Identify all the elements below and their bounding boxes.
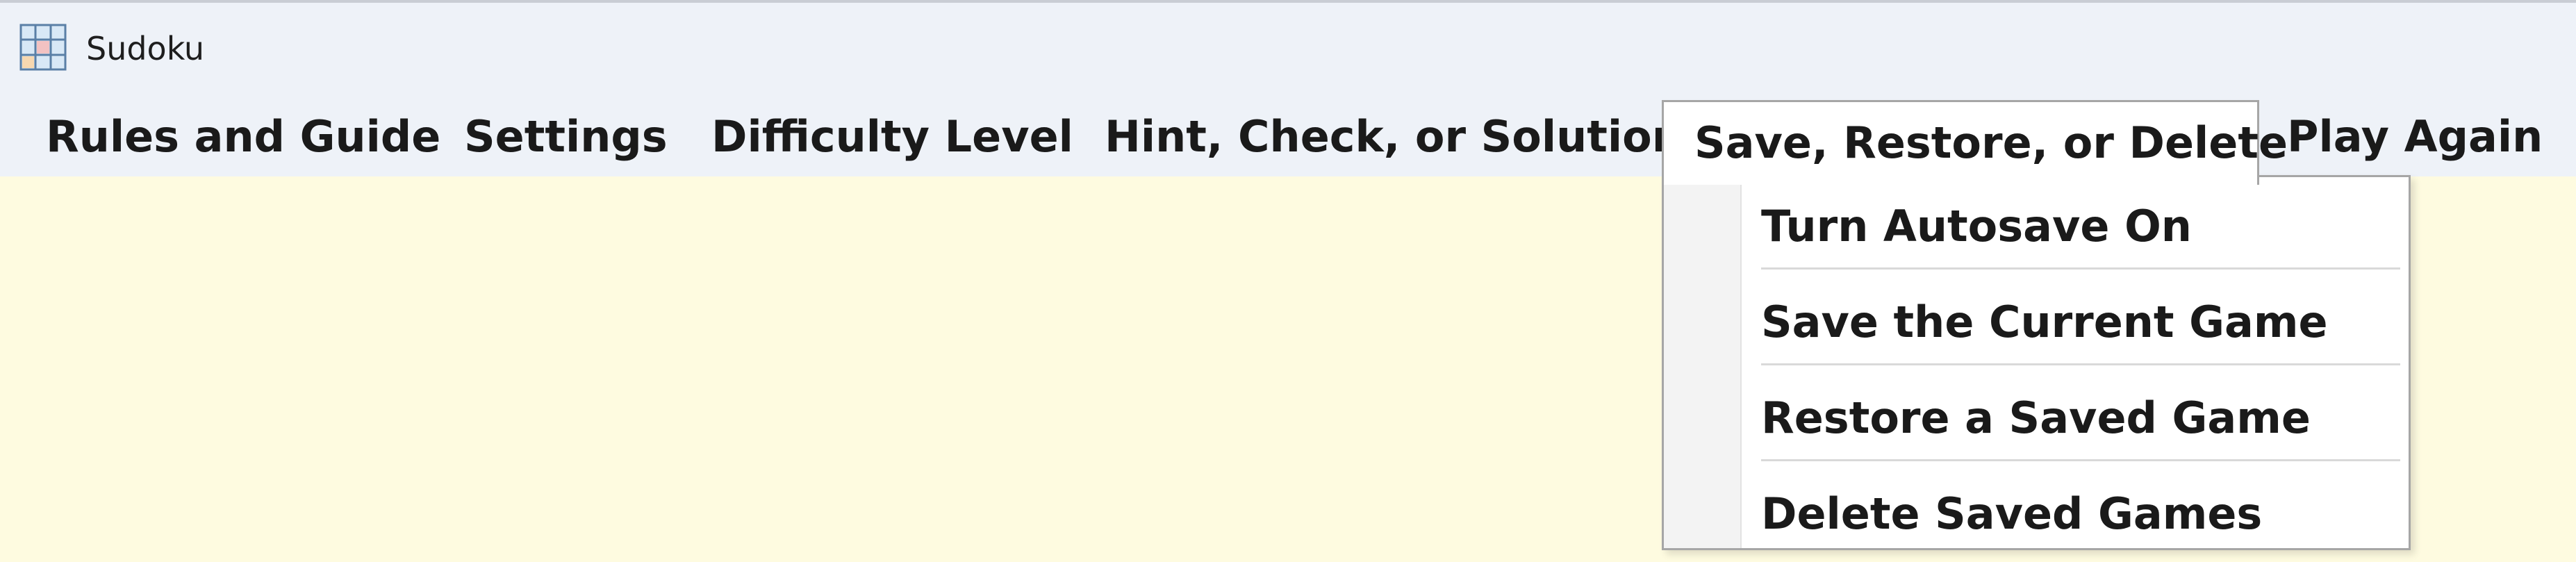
- menu-hint-check-solution[interactable]: Hint, Check, or Solution: [1105, 92, 1683, 176]
- dropdown-separator: [1761, 363, 2400, 365]
- dropdown-item-delete-saved-games[interactable]: Delete Saved Games: [1761, 466, 2400, 562]
- menu-rules-and-guide[interactable]: Rules and Guide: [46, 92, 440, 176]
- dropdown-item-restore-saved-game[interactable]: Restore a Saved Game: [1761, 370, 2400, 466]
- dropdown-item-turn-autosave-on[interactable]: Turn Autosave On: [1761, 179, 2400, 274]
- dropdown-separator: [1761, 267, 2400, 270]
- menu-difficulty-level[interactable]: Difficulty Level: [711, 92, 1073, 176]
- menu-play-again[interactable]: Play Again: [2287, 92, 2543, 176]
- dropdown-item-save-current-game[interactable]: Save the Current Game: [1761, 274, 2400, 370]
- window-title: Sudoku: [86, 30, 205, 67]
- title-bar: Sudoku: [0, 0, 2576, 92]
- save-restore-delete-dropdown: Turn Autosave On Save the Current Game R…: [1662, 175, 2411, 550]
- menu-save-restore-delete[interactable]: Save, Restore, or Delete: [1662, 100, 2288, 185]
- dropdown-separator: [1761, 459, 2400, 461]
- sudoku-grid-icon: [19, 24, 67, 71]
- menu-bar: Rules and Guide Settings Difficulty Leve…: [0, 92, 2576, 185]
- menu-settings[interactable]: Settings: [464, 92, 668, 176]
- dropdown-gutter: [1664, 177, 1742, 548]
